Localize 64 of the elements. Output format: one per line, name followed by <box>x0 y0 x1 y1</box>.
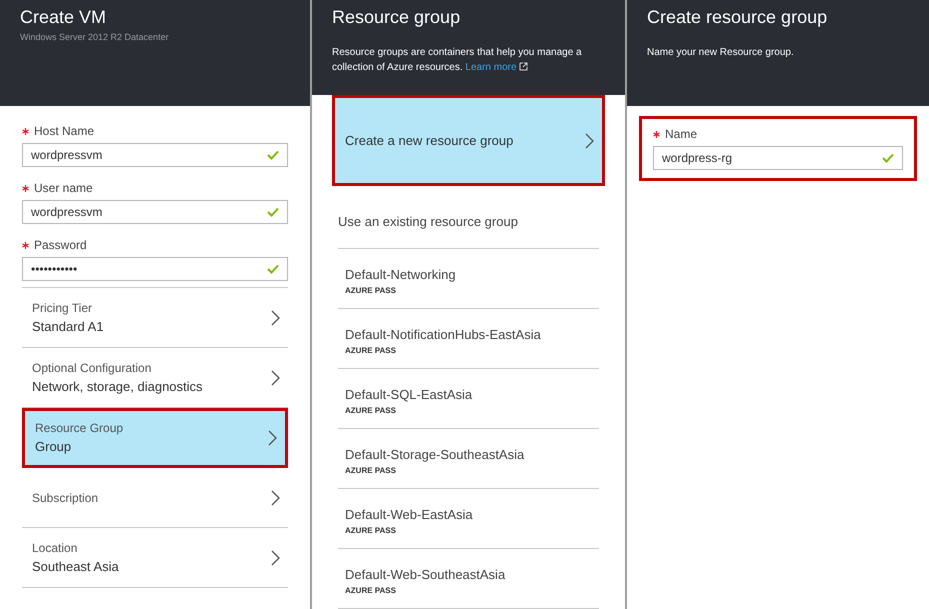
checkmark-icon <box>267 207 279 217</box>
item-value: Standard A1 <box>32 318 105 336</box>
blade-title: Resource group <box>332 6 462 29</box>
resource-group-item[interactable]: Default-Web-EastAsia AZURE PASS <box>338 489 599 549</box>
group-name: Default-SQL-EastAsia <box>345 386 474 404</box>
item-label: Pricing Tier <box>32 300 94 317</box>
input-field[interactable]: wordpressvm <box>22 200 288 224</box>
nav-item[interactable]: Subscription <box>22 468 288 528</box>
resource-group-item[interactable]: Default-Web-SoutheastAsia AZURE PASS <box>338 549 599 609</box>
blade-description: Name your new Resource group. <box>647 46 795 60</box>
item-label: Subscription <box>32 490 100 506</box>
external-link-icon <box>518 62 528 71</box>
blade-subtitle: Windows Server 2012 R2 Datacenter <box>20 31 170 44</box>
checkmark-icon <box>882 153 894 163</box>
input-field[interactable]: ••••••••••• <box>22 257 288 281</box>
checkmark-icon <box>267 150 279 160</box>
field-label: Password <box>34 237 87 254</box>
group-name: Default-Web-SoutheastAsia <box>345 566 506 584</box>
item-label: Optional Configuration <box>32 360 152 377</box>
resource-group-item[interactable]: Default-Networking AZURE PASS <box>338 249 599 309</box>
field-label: Host Name <box>34 123 94 140</box>
field-value: wordpress-rg <box>662 150 734 167</box>
nav-item[interactable]: Create a new resource group <box>332 95 605 186</box>
nav-item[interactable]: Location Southeast Asia <box>22 528 288 588</box>
input-field[interactable]: wordpress-rg <box>653 146 903 170</box>
group-name: Default-NotificationHubs-EastAsia <box>345 326 542 344</box>
group-name: Default-Storage-SoutheastAsia <box>345 446 526 464</box>
group-subscription: AZURE PASS <box>345 464 397 476</box>
chevron-right-icon <box>268 430 277 446</box>
group-subscription: AZURE PASS <box>345 524 397 536</box>
field-value: wordpressvm <box>31 204 104 221</box>
group-subscription: AZURE PASS <box>345 584 397 596</box>
chevron-right-icon <box>271 550 280 566</box>
item-value: Group <box>35 438 72 456</box>
chevron-right-icon <box>271 310 280 326</box>
chevron-right-icon <box>271 490 280 506</box>
blade-title: Create VM <box>20 6 108 29</box>
field-label: User name <box>34 180 93 197</box>
nav-item[interactable]: Pricing Tier Standard A1 <box>22 288 288 348</box>
chevron-right-icon <box>271 370 280 386</box>
group-subscription: AZURE PASS <box>345 284 397 296</box>
item-value: Create a new resource group <box>345 132 514 150</box>
field-value: ••••••••••• <box>31 261 78 278</box>
item-label: Resource Group <box>35 420 124 438</box>
item-label: Location <box>32 540 78 557</box>
checkmark-icon <box>267 264 279 274</box>
item-value: Network, storage, diagnostics <box>32 378 204 396</box>
section-label: Use an existing resource group <box>338 213 519 232</box>
group-name: Default-Networking <box>345 266 457 284</box>
group-name: Default-Web-EastAsia <box>345 506 474 524</box>
learn-more-link[interactable]: Learn more <box>465 62 517 73</box>
nav-item[interactable]: Resource Group Group <box>22 408 288 468</box>
group-subscription: AZURE PASS <box>345 404 397 416</box>
field-value: wordpressvm <box>31 147 104 164</box>
group-subscription: AZURE PASS <box>345 344 397 356</box>
input-field[interactable]: wordpressvm <box>22 143 288 167</box>
item-value: Southeast Asia <box>32 558 120 576</box>
resource-group-item[interactable]: Default-SQL-EastAsia AZURE PASS <box>338 369 599 429</box>
blade-description: Resource groups are containers that help you manage a collection of Azure resources. Learn more <box>332 46 583 75</box>
blade-title: Create resource group <box>647 6 828 29</box>
resource-group-item[interactable]: Default-Storage-SoutheastAsia AZURE PASS <box>338 429 599 489</box>
field-label: Name <box>665 126 698 143</box>
chevron-right-icon <box>585 132 594 149</box>
resource-group-item[interactable]: Default-NotificationHubs-EastAsia AZURE PASS <box>338 309 599 369</box>
